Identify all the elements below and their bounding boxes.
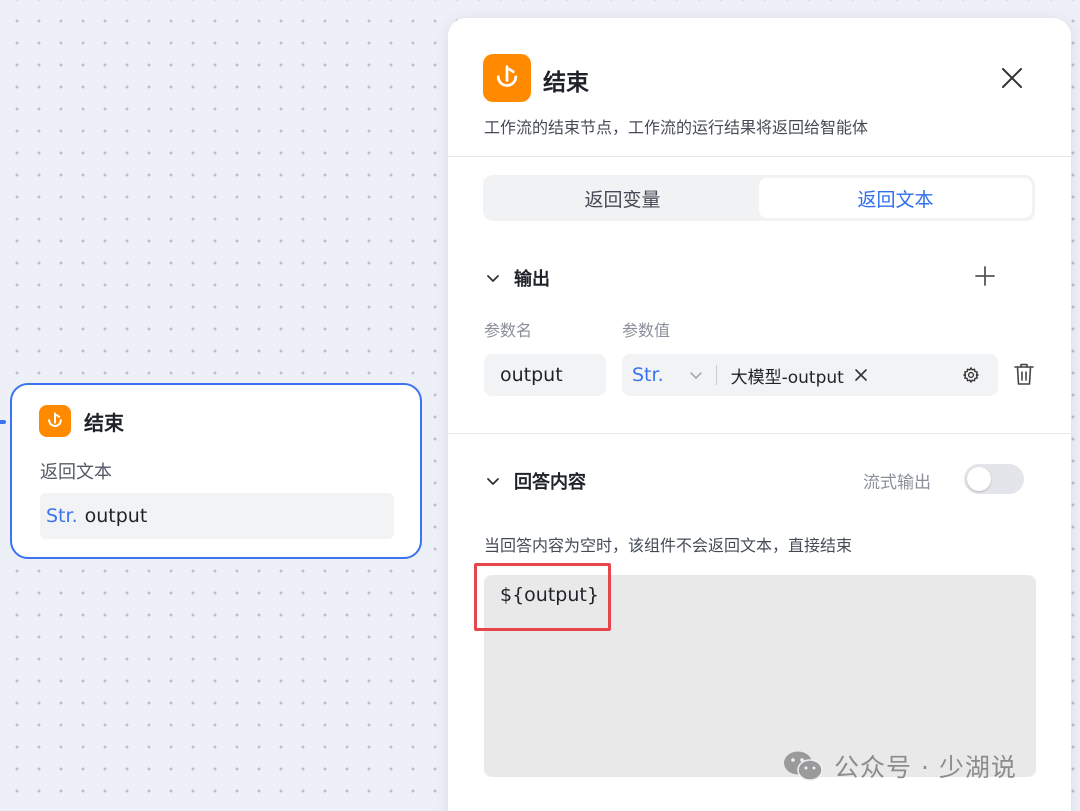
node-title: 结束: [84, 411, 124, 435]
answer-section-label: 回答内容: [514, 472, 586, 493]
end-node-icon: [483, 54, 531, 102]
param-value-field[interactable]: Str. 大模型-output: [622, 354, 998, 396]
close-icon[interactable]: [998, 64, 1026, 92]
tab-return-text[interactable]: 返回文本: [759, 178, 1032, 218]
node-var-type: Str.: [46, 505, 78, 527]
node-input-handle[interactable]: [0, 420, 6, 424]
output-section-label: 输出: [514, 269, 550, 290]
answer-content-text[interactable]: ${output}: [474, 563, 611, 631]
value-type-select[interactable]: Str.: [632, 364, 664, 386]
param-value-column-label: 参数值: [622, 321, 671, 340]
remove-reference-icon[interactable]: [854, 368, 868, 382]
toggle-knob: [967, 467, 991, 491]
param-name-column-label: 参数名: [484, 321, 533, 340]
divider: [448, 433, 1071, 434]
watermark-text: 公众号 · 少湖说: [834, 753, 1017, 782]
param-name-input[interactable]: output: [484, 354, 606, 396]
end-node[interactable]: 结束 返回文本 Str. output: [10, 383, 422, 559]
value-separator: [715, 365, 717, 385]
watermark: 公众号 · 少湖说: [782, 748, 1017, 784]
stream-output-label: 流式输出: [863, 473, 931, 493]
gear-icon[interactable]: [962, 366, 980, 384]
divider: [448, 156, 1071, 157]
answer-hint-text: 当回答内容为空时，该组件不会返回文本，直接结束: [484, 536, 853, 555]
chevron-down-icon[interactable]: [688, 367, 704, 383]
node-config-panel: 结束 工作流的结束节点，工作流的运行结果将返回给智能体 返回变量 返回文本 输出…: [448, 18, 1071, 811]
return-mode-tabs: 返回变量 返回文本: [483, 175, 1035, 221]
chevron-down-icon: [487, 275, 499, 282]
wechat-icon: [784, 751, 823, 781]
panel-description: 工作流的结束节点，工作流的运行结果将返回给智能体: [484, 118, 869, 137]
end-node-icon: [39, 405, 71, 437]
tab-return-variable[interactable]: 返回变量: [486, 178, 759, 218]
add-param-icon[interactable]: [973, 264, 997, 288]
stream-output-toggle[interactable]: [964, 464, 1024, 494]
node-subtitle: 返回文本: [40, 462, 112, 483]
value-reference-tag: 大模型-output: [730, 367, 844, 388]
panel-title: 结束: [543, 70, 589, 96]
node-output-variable: Str. output: [40, 493, 394, 539]
chevron-down-icon: [487, 478, 499, 485]
delete-icon[interactable]: [1013, 362, 1035, 386]
answer-section-header[interactable]: 回答内容: [484, 468, 586, 494]
node-var-name: output: [84, 505, 148, 527]
output-section-header[interactable]: 输出: [484, 265, 550, 291]
